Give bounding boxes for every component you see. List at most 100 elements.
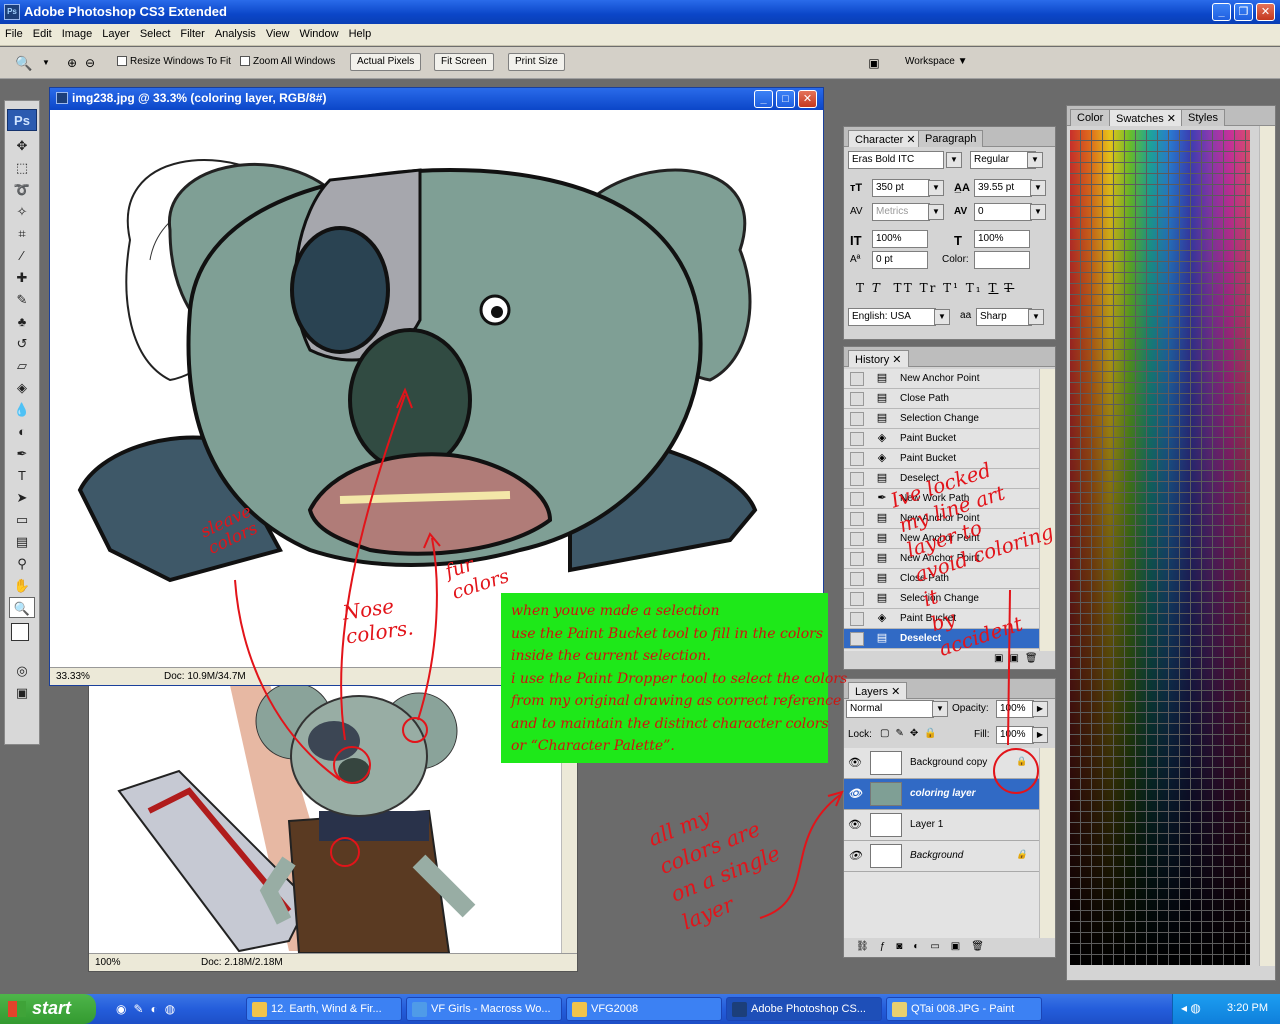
menu-analysis[interactable]: Analysis bbox=[210, 24, 261, 40]
quick-mask-icon[interactable]: ◎ bbox=[9, 660, 35, 681]
horizontal-scale-field[interactable]: 100% bbox=[974, 230, 1030, 248]
tool-preset-dropdown-icon[interactable]: ▼ bbox=[36, 53, 56, 73]
task-paint[interactable]: QTai 008.JPG - Paint bbox=[886, 997, 1042, 1021]
tab-layers[interactable]: Layers ✕ bbox=[848, 682, 908, 699]
leading-field[interactable]: 39.55 pt bbox=[974, 179, 1032, 197]
language-dropdown-icon[interactable]: ▼ bbox=[934, 309, 950, 325]
layer-row[interactable]: 👁 Layer 1 bbox=[844, 810, 1042, 841]
pen-tool-icon[interactable]: ✒ bbox=[9, 443, 35, 464]
layers-footer-buttons[interactable]: ⛓ƒ◙◐▭▣🗑 bbox=[856, 941, 995, 952]
language-select[interactable]: English: USA bbox=[848, 308, 936, 326]
task-browser[interactable]: VF Girls - Macross Wo... bbox=[406, 997, 562, 1021]
layers-scrollbar[interactable] bbox=[1039, 748, 1055, 938]
path-select-tool-icon[interactable]: ➤ bbox=[9, 487, 35, 508]
layer-row-selected[interactable]: 👁 coloring layer bbox=[844, 779, 1042, 810]
history-footer-buttons[interactable]: ▣▣🗑 bbox=[994, 653, 1044, 664]
menu-help[interactable]: Help bbox=[344, 24, 377, 40]
zoom-tool-active-icon[interactable]: 🔍 bbox=[9, 597, 35, 618]
hand-tool-icon[interactable]: ✋ bbox=[9, 575, 35, 596]
tab-color[interactable]: Color bbox=[1070, 109, 1111, 126]
leading-dropdown-icon[interactable]: ▼ bbox=[1030, 180, 1046, 196]
zoom-out-icon[interactable]: ⊖ bbox=[80, 53, 100, 73]
menu-layer[interactable]: Layer bbox=[97, 24, 135, 40]
eye-icon[interactable]: 👁 bbox=[848, 818, 862, 831]
layer-row[interactable]: 👁 Background 🔒 bbox=[844, 841, 1042, 872]
blur-tool-icon[interactable]: 💧 bbox=[9, 399, 35, 420]
foreground-color-swatch[interactable] bbox=[11, 623, 29, 641]
fit-screen-button[interactable]: Fit Screen bbox=[434, 53, 494, 71]
healing-tool-icon[interactable]: ✚ bbox=[9, 267, 35, 288]
quick-launch-icons[interactable]: ◉✎◐◍ bbox=[116, 1002, 182, 1016]
menu-select[interactable]: Select bbox=[135, 24, 176, 40]
history-item[interactable]: ◈ Paint Bucket bbox=[844, 429, 1040, 449]
eye-icon[interactable]: 👁 bbox=[848, 756, 862, 769]
tab-paragraph[interactable]: Paragraph bbox=[918, 130, 984, 147]
tracking-field[interactable]: 0 bbox=[974, 203, 1032, 221]
minimize-button[interactable]: _ bbox=[1212, 3, 1231, 21]
eye-icon[interactable]: 👁 bbox=[848, 787, 862, 800]
font-family-dropdown-icon[interactable]: ▼ bbox=[946, 152, 962, 168]
eye-icon[interactable]: 👁 bbox=[848, 849, 862, 862]
antialias-dropdown-icon[interactable]: ▼ bbox=[1028, 309, 1044, 325]
crop-tool-icon[interactable]: ⌗ bbox=[9, 223, 35, 244]
move-tool-icon[interactable]: ✥ bbox=[9, 135, 35, 156]
opacity-field[interactable]: 100% bbox=[996, 700, 1034, 718]
history-brush-icon[interactable]: ↺ bbox=[9, 333, 35, 354]
font-style-dropdown-icon[interactable]: ▼ bbox=[1027, 152, 1043, 168]
baseline-shift-field[interactable]: 0 pt bbox=[872, 251, 928, 269]
vertical-scale-field[interactable]: 100% bbox=[872, 230, 928, 248]
menu-edit[interactable]: Edit bbox=[28, 24, 57, 40]
paint-bucket-tool-icon[interactable]: ◈ bbox=[9, 377, 35, 398]
task-folder[interactable]: VFG2008 bbox=[566, 997, 722, 1021]
restore-button[interactable]: ❐ bbox=[1234, 3, 1253, 21]
font-size-dropdown-icon[interactable]: ▼ bbox=[928, 180, 944, 196]
history-item[interactable]: ▤ Selection Change bbox=[844, 409, 1040, 429]
workspace-menu[interactable]: Workspace ▼ bbox=[905, 56, 968, 67]
notes-tool-icon[interactable]: ▤ bbox=[9, 531, 35, 552]
fill-slider-icon[interactable]: ▶ bbox=[1032, 727, 1048, 743]
task-photoshop[interactable]: Adobe Photoshop CS... bbox=[726, 997, 882, 1021]
tray-icons[interactable]: ◂ ◍ bbox=[1181, 1001, 1201, 1015]
type-tool-icon[interactable]: T bbox=[9, 465, 35, 486]
resize-windows-checkbox[interactable]: Resize Windows To Fit bbox=[117, 56, 231, 67]
zoom-in-icon[interactable]: ⊕ bbox=[62, 53, 82, 73]
tab-character[interactable]: Character ✕ bbox=[848, 130, 923, 147]
color-swatches-icon[interactable] bbox=[9, 619, 37, 659]
blend-mode-dropdown-icon[interactable]: ▼ bbox=[932, 701, 948, 717]
shape-tool-icon[interactable]: ▭ bbox=[9, 509, 35, 530]
blend-mode-select[interactable]: Normal bbox=[846, 700, 934, 718]
document-minimize-button[interactable]: _ bbox=[754, 90, 773, 108]
kerning-dropdown-icon[interactable]: ▼ bbox=[928, 204, 944, 220]
document-maximize-button[interactable]: □ bbox=[776, 90, 795, 108]
print-size-button[interactable]: Print Size bbox=[508, 53, 565, 71]
kerning-field[interactable]: Metrics bbox=[872, 203, 930, 221]
close-button[interactable]: ✕ bbox=[1256, 3, 1275, 21]
actual-pixels-button[interactable]: Actual Pixels bbox=[350, 53, 422, 71]
swatch-grid[interactable] bbox=[1070, 130, 1250, 965]
magic-wand-tool-icon[interactable]: ✧ bbox=[9, 201, 35, 222]
lock-icons[interactable]: ▢✎✥🔒 bbox=[880, 728, 943, 739]
zoom-all-checkbox[interactable]: Zoom All Windows bbox=[240, 56, 335, 67]
marquee-tool-icon[interactable]: ⬚ bbox=[9, 157, 35, 178]
eraser-tool-icon[interactable]: ▱ bbox=[9, 355, 35, 376]
menu-view[interactable]: View bbox=[261, 24, 295, 40]
fill-field[interactable]: 100% bbox=[996, 726, 1034, 744]
dodge-tool-icon[interactable]: ◐ bbox=[9, 421, 35, 442]
brush-tool-icon[interactable]: ✎ bbox=[9, 289, 35, 310]
document-zoom-level[interactable]: 33.33% bbox=[56, 671, 90, 682]
history-item[interactable]: ▤ New Anchor Point bbox=[844, 369, 1040, 389]
slice-tool-icon[interactable]: ⁄ bbox=[9, 245, 35, 266]
menu-window[interactable]: Window bbox=[294, 24, 343, 40]
stamp-tool-icon[interactable]: ♣ bbox=[9, 311, 35, 332]
document-close-button[interactable]: ✕ bbox=[798, 90, 817, 108]
menu-image[interactable]: Image bbox=[57, 24, 98, 40]
swatches-scrollbar[interactable] bbox=[1259, 126, 1275, 966]
tracking-dropdown-icon[interactable]: ▼ bbox=[1030, 204, 1046, 220]
history-item[interactable]: ▤ Close Path bbox=[844, 389, 1040, 409]
font-size-field[interactable]: 350 pt bbox=[872, 179, 930, 197]
menu-file[interactable]: File bbox=[0, 24, 28, 40]
text-color-swatch[interactable] bbox=[974, 251, 1030, 269]
tab-history[interactable]: History ✕ bbox=[848, 350, 909, 367]
text-style-buttons[interactable]: T T TT Tr T¹ T₁ T T bbox=[856, 281, 1014, 295]
reference-zoom-level[interactable]: 100% bbox=[95, 957, 121, 968]
